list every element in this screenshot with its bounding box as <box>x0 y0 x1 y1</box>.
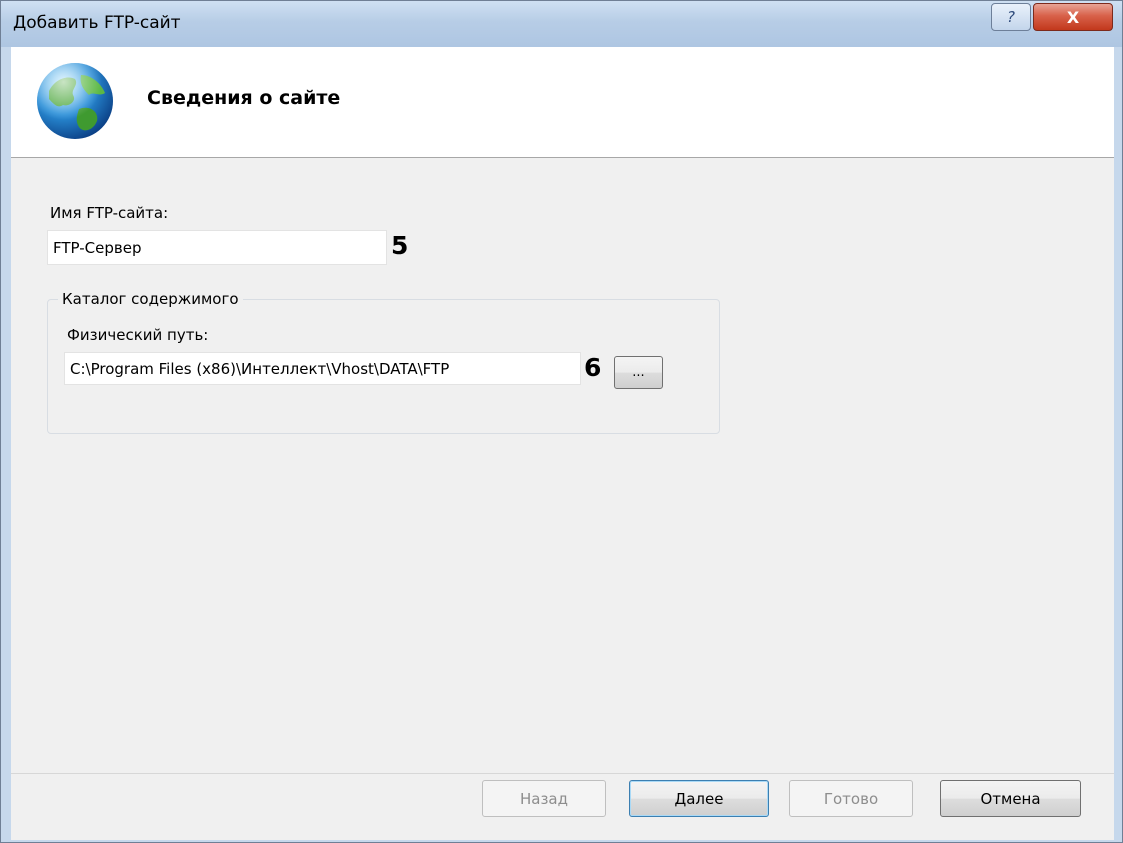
window-title: Добавить FTP-сайт <box>13 13 181 33</box>
wizard-content: Имя FTP-сайта: FTP-Сервер 5 Каталог соде… <box>11 158 1114 773</box>
globe-icon <box>37 63 113 139</box>
annotation-marker-5: 5 <box>391 231 409 260</box>
cancel-button[interactable]: Отмена <box>940 780 1081 817</box>
page-title: Сведения о сайте <box>147 87 341 109</box>
dialog-window: Добавить FTP-сайт ? X Сведения о сайте И… <box>0 0 1123 843</box>
title-bar[interactable]: Добавить FTP-сайт ? X <box>1 1 1122 47</box>
browse-button[interactable]: ... <box>614 356 663 389</box>
annotation-marker-6: 6 <box>584 353 602 382</box>
help-button[interactable]: ? <box>991 3 1031 31</box>
physical-path-label: Физический путь: <box>67 326 209 344</box>
wizard-header: Сведения о сайте <box>11 47 1114 158</box>
close-button[interactable]: X <box>1033 3 1113 31</box>
wizard-footer: Назад Далее Готово Отмена <box>11 773 1114 840</box>
back-button[interactable]: Назад <box>482 780 606 817</box>
finish-button[interactable]: Готово <box>789 780 913 817</box>
site-name-label: Имя FTP-сайта: <box>50 204 169 222</box>
content-directory-title: Каталог содержимого <box>58 290 243 308</box>
next-button[interactable]: Далее <box>629 780 769 817</box>
help-icon: ? <box>1007 8 1015 26</box>
close-icon: X <box>1066 7 1080 27</box>
site-name-input[interactable]: FTP-Сервер <box>47 230 387 265</box>
physical-path-input[interactable]: C:\Program Files (x86)\Интеллект\Vhost\D… <box>64 352 581 385</box>
